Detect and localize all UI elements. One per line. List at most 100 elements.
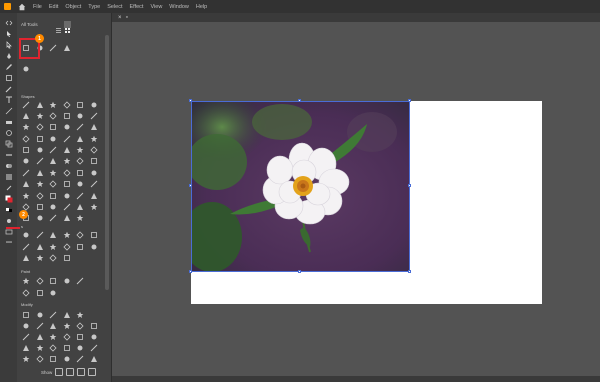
tool-icon[interactable] xyxy=(22,123,30,131)
tool-icon[interactable] xyxy=(90,157,98,165)
eraser-tool-icon[interactable] xyxy=(4,117,13,126)
tool-icon[interactable] xyxy=(90,322,98,330)
tool-icon[interactable] xyxy=(89,146,98,154)
panel-scrollbar[interactable] xyxy=(105,35,109,290)
tool-icon[interactable] xyxy=(49,243,57,251)
tool-icon[interactable] xyxy=(90,333,98,341)
tool-icon[interactable] xyxy=(49,146,57,154)
tool-icon[interactable] xyxy=(22,146,30,154)
tool-icon[interactable] xyxy=(22,192,30,200)
tool-icon[interactable] xyxy=(36,214,44,222)
selection-handle-tr[interactable] xyxy=(408,99,411,102)
show-button-1[interactable] xyxy=(55,368,64,376)
tool-icon[interactable] xyxy=(63,231,71,239)
tool-icon[interactable] xyxy=(22,231,30,239)
tool-icon[interactable] xyxy=(49,112,57,120)
tool-icon[interactable] xyxy=(22,333,30,341)
tool-icon[interactable] xyxy=(22,157,30,165)
tool-icon[interactable] xyxy=(36,243,44,251)
tool-icon[interactable] xyxy=(49,135,57,143)
tool-icon[interactable] xyxy=(63,146,71,154)
menu-select[interactable]: Select xyxy=(107,4,122,10)
selection-handle-mr[interactable] xyxy=(408,184,411,187)
width-tool-icon[interactable] xyxy=(4,150,13,159)
list-view-icon[interactable] xyxy=(55,21,62,33)
tool-icon[interactable] xyxy=(36,231,44,239)
tool-icon[interactable] xyxy=(63,322,71,330)
menu-edit[interactable]: Edit xyxy=(49,4,58,10)
tool-icon[interactable] xyxy=(76,322,84,330)
tool-icon[interactable] xyxy=(22,135,30,143)
tool-icon[interactable] xyxy=(49,157,57,165)
tool-icon[interactable] xyxy=(35,123,44,131)
edit-toolbar-icon[interactable] xyxy=(4,237,13,246)
tool-icon[interactable] xyxy=(76,180,84,188)
tool-icon[interactable] xyxy=(36,157,44,165)
tool-icon[interactable] xyxy=(36,146,44,154)
tool-icon[interactable] xyxy=(76,311,84,319)
show-button-2[interactable] xyxy=(66,368,75,376)
tool-icon[interactable] xyxy=(76,112,84,120)
tool-icon[interactable] xyxy=(36,344,44,352)
tool-icon[interactable] xyxy=(63,311,71,319)
tool-icon[interactable] xyxy=(22,289,30,297)
scale-tool-icon[interactable] xyxy=(4,139,13,148)
tool-icon[interactable] xyxy=(76,146,84,154)
menu-type[interactable]: Type xyxy=(88,4,100,10)
tool-icon[interactable] xyxy=(90,344,98,352)
menu-view[interactable]: View xyxy=(150,4,162,10)
tool-icon[interactable] xyxy=(22,277,30,285)
menu-object[interactable]: Object xyxy=(65,4,81,10)
tool-icon[interactable] xyxy=(36,311,44,319)
tool-icon[interactable] xyxy=(63,344,71,352)
menu-window[interactable]: Window xyxy=(169,4,189,10)
tool-icon[interactable] xyxy=(49,231,57,239)
tool-icon[interactable] xyxy=(36,180,44,188)
tool-icon[interactable] xyxy=(90,101,98,109)
tool-icon[interactable] xyxy=(36,289,44,297)
tool-icon[interactable] xyxy=(62,333,71,341)
tool-icon[interactable] xyxy=(36,322,44,330)
tool-icon[interactable] xyxy=(76,203,84,211)
tool-icon[interactable] xyxy=(90,123,98,131)
tool-icon[interactable] xyxy=(90,180,98,188)
tool-icon[interactable] xyxy=(90,192,98,200)
tool-icon[interactable] xyxy=(22,112,30,120)
tool-icon[interactable] xyxy=(49,180,57,188)
menu-effect[interactable]: Effect xyxy=(130,4,144,10)
selection-handle-tl[interactable] xyxy=(189,99,192,102)
tool-icon[interactable] xyxy=(90,203,98,211)
double-arrow-icon[interactable] xyxy=(4,18,13,27)
fill-stroke-icon[interactable] xyxy=(4,194,13,203)
pen-tool-icon[interactable] xyxy=(4,51,13,60)
menu-help[interactable]: Help xyxy=(196,4,207,10)
tool-icon[interactable] xyxy=(49,44,57,52)
rotate-tool-icon[interactable] xyxy=(4,128,13,137)
selection-handle-bm[interactable] xyxy=(298,270,301,273)
tool-icon[interactable] xyxy=(76,277,84,285)
tool-icon[interactable] xyxy=(49,123,57,131)
tool-icon[interactable] xyxy=(36,203,44,211)
tool-icon[interactable] xyxy=(90,112,98,120)
shape-builder-icon[interactable] xyxy=(4,161,13,170)
tool-icon[interactable] xyxy=(49,214,57,222)
tool-icon[interactable] xyxy=(63,214,71,222)
tool-icon[interactable] xyxy=(35,277,44,285)
tool-icon[interactable] xyxy=(22,254,30,262)
grid-view-icon[interactable] xyxy=(64,21,71,33)
tool-icon[interactable] xyxy=(76,344,84,352)
tool-icon[interactable] xyxy=(49,254,57,262)
eyedropper-tool-icon[interactable] xyxy=(4,183,13,192)
tool-icon[interactable] xyxy=(36,135,44,143)
tool-icon[interactable] xyxy=(22,65,30,73)
tool-icon[interactable] xyxy=(63,123,71,131)
selection-handle-br[interactable] xyxy=(408,270,411,273)
tool-icon[interactable] xyxy=(22,180,30,188)
tool-icon[interactable] xyxy=(63,112,71,120)
tool-icon[interactable] xyxy=(22,322,30,330)
tool-icon[interactable] xyxy=(76,243,84,251)
tool-icon[interactable] xyxy=(35,192,44,200)
tool-icon[interactable] xyxy=(49,169,57,177)
tool-icon[interactable] xyxy=(63,44,71,52)
tool-icon[interactable] xyxy=(76,231,84,239)
